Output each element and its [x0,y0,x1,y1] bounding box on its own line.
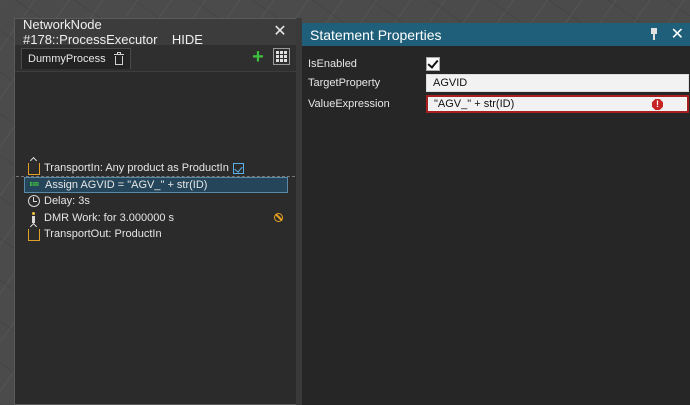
statement-label: DMR Work: for 3.000000 s [44,211,175,224]
worker-icon [28,211,40,224]
trash-icon[interactable] [113,51,124,65]
disabled-warning-icon [274,212,283,222]
property-label: IsEnabled [308,58,357,70]
statement-label: TransportOut: ProductIn [44,228,162,240]
statement-dmr-work[interactable]: DMR Work: for 3.000000 s [24,210,288,226]
property-row-valueexpression: ValueExpression "AGV_" + str(ID) ! [302,95,690,113]
value-expression-field[interactable]: "AGV_" + str(ID) ! [426,95,689,113]
statement-label: TransportIn: Any product as ProductIn [44,162,229,174]
statement-transport-out[interactable]: TransportOut: ProductIn [24,226,288,242]
panel-title: NetworkNode #178::ProcessExecutor__HIDE_… [23,17,218,47]
statement-label: Assign AGVID = "AGV_" + str(ID) [45,178,208,191]
target-property-field[interactable]: AGVID [426,74,689,92]
edit-link-icon[interactable] [232,162,244,174]
add-statement-button[interactable]: + [250,47,266,67]
panel-title-bar: NetworkNode #178::ProcessExecutor__HIDE_… [15,17,296,47]
value-expression-text: "AGV_" + str(ID) [434,98,515,110]
clock-icon [28,195,40,207]
property-label: ValueExpression [308,98,390,110]
transport-in-icon [28,163,40,175]
assign-icon: ≔ [29,178,40,190]
process-toolbar: DummyProcess + [15,45,296,72]
error-icon: ! [652,99,663,110]
statement-label: Delay: 3s [44,195,90,207]
property-label: TargetProperty [308,77,381,89]
property-row-targetproperty: TargetProperty AGVID [302,74,690,92]
property-row-isenabled: IsEnabled [302,55,690,73]
isenabled-checkbox[interactable] [426,57,440,71]
statement-transport-in[interactable]: TransportIn: Any product as ProductIn [24,160,288,176]
properties-title: Statement Properties [310,26,442,43]
close-icon[interactable]: ✕ [270,21,290,41]
statement-delay[interactable]: Delay: 3s [24,193,288,209]
transport-out-icon [28,229,40,241]
statement-properties-panel: Statement Properties ✕ IsEnabled TargetP… [302,23,690,405]
properties-title-bar: Statement Properties ✕ [302,23,690,46]
statement-assign[interactable]: ≔ Assign AGVID = "AGV_" + str(ID) [24,176,288,193]
process-tab[interactable]: DummyProcess [21,47,131,69]
close-icon[interactable]: ✕ [671,24,684,44]
pin-icon[interactable] [648,27,660,41]
process-tab-label: DummyProcess [28,52,106,65]
statement-list: TransportIn: Any product as ProductIn ≔ … [24,160,288,243]
statement-grid-icon[interactable] [273,48,290,65]
